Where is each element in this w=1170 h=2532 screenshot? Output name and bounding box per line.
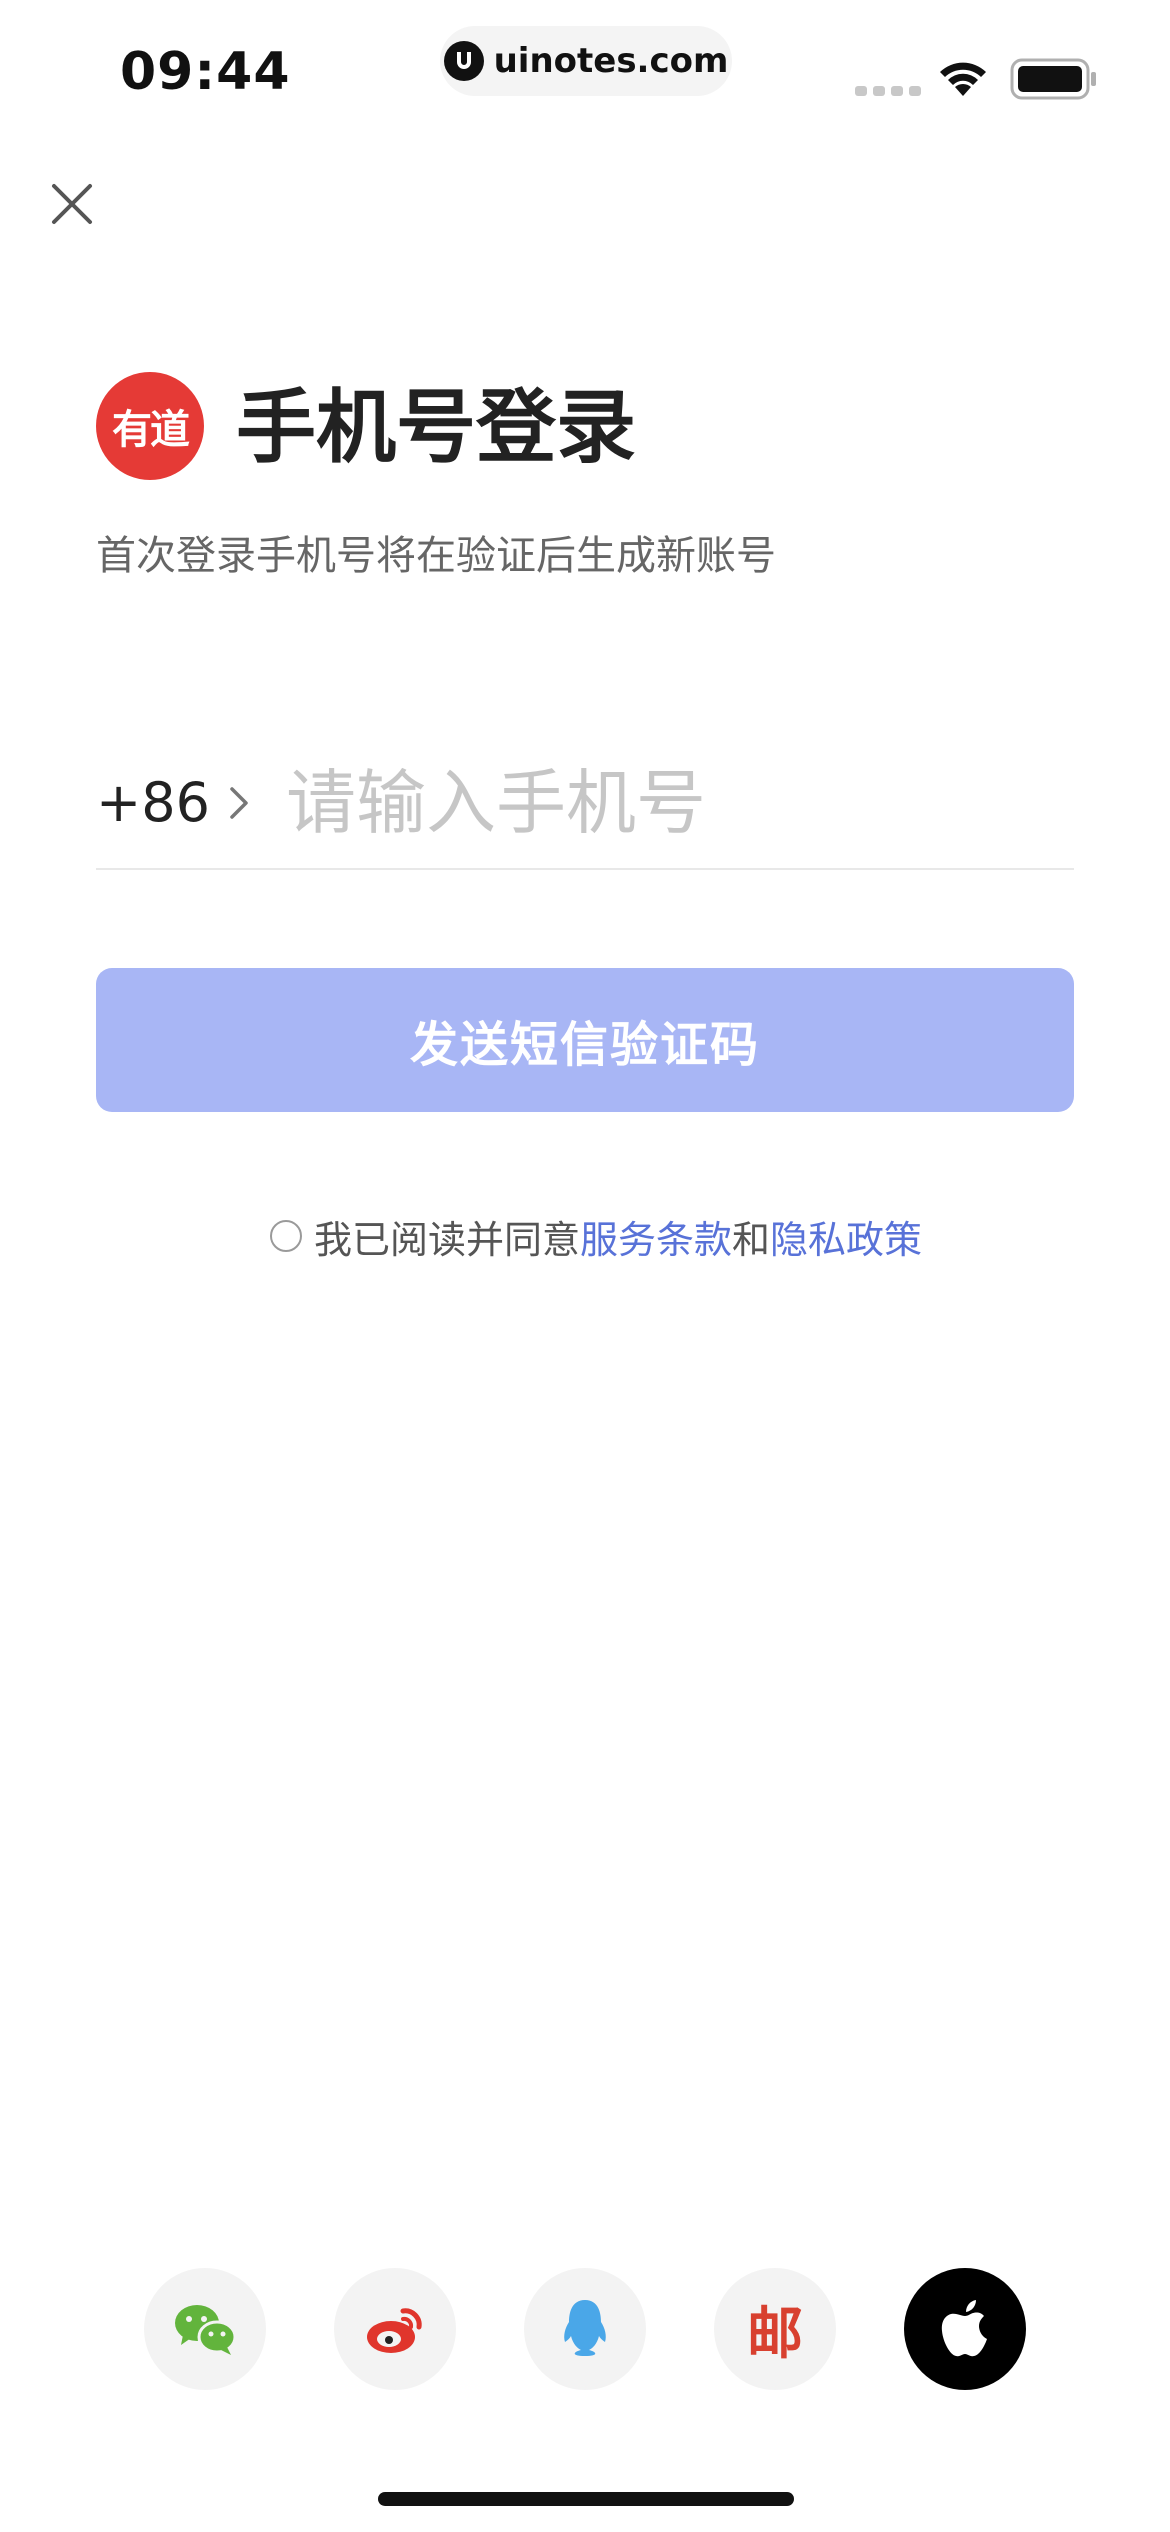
privacy-policy-link[interactable]: 隐私政策 xyxy=(770,1209,922,1264)
url-pill[interactable]: uinotes.com xyxy=(440,26,732,96)
weibo-icon xyxy=(367,2308,422,2353)
apple-icon xyxy=(941,2300,987,2357)
site-logo-icon xyxy=(443,41,484,81)
phone-number-input[interactable] xyxy=(286,755,1066,851)
mail-login-button[interactable]: 邮 xyxy=(714,2268,836,2390)
wechat-icon xyxy=(175,2305,237,2355)
login-screen: 09:44 uinotes.com 有道 手机号登录 首次登录手机号将在验证后生… xyxy=(0,0,1170,2532)
weibo-login-button[interactable] xyxy=(334,2268,456,2390)
country-code-text: +86 xyxy=(96,771,210,834)
wechat-login-button[interactable] xyxy=(144,2268,266,2390)
apple-login-button[interactable] xyxy=(904,2268,1026,2390)
agreement-prefix: 我已阅读并同意 xyxy=(314,1217,581,1262)
terms-of-service-link[interactable]: 服务条款 xyxy=(580,1209,732,1264)
mail-icon: 邮 xyxy=(747,2300,803,2367)
send-sms-code-button[interactable]: 发送短信验证码 xyxy=(96,968,1074,1112)
country-code-selector[interactable]: +86 xyxy=(96,768,250,838)
agreement-checkbox[interactable] xyxy=(270,1220,302,1252)
home-indicator[interactable] xyxy=(378,2492,794,2506)
page-title: 手机号登录 xyxy=(236,381,636,474)
page-subtitle: 首次登录手机号将在验证后生成新账号 xyxy=(96,533,776,579)
wifi-icon xyxy=(940,62,986,96)
url-text: uinotes.com xyxy=(493,41,729,81)
input-divider xyxy=(96,868,1074,870)
qq-login-button[interactable] xyxy=(524,2268,646,2390)
third-party-login-row: 邮 xyxy=(144,2268,1026,2390)
youdao-logo: 有道 xyxy=(96,372,204,480)
qq-icon xyxy=(564,2300,606,2356)
close-button[interactable] xyxy=(48,180,96,228)
agreement-row: 我已阅读并同意 服务条款 和 隐私政策 xyxy=(270,1208,922,1264)
chevron-right-icon xyxy=(230,787,248,819)
agreement-conjunction: 和 xyxy=(732,1217,771,1262)
status-time: 09:44 xyxy=(120,42,291,102)
battery-icon xyxy=(1010,58,1096,100)
cellular-signal-icon xyxy=(855,86,921,96)
